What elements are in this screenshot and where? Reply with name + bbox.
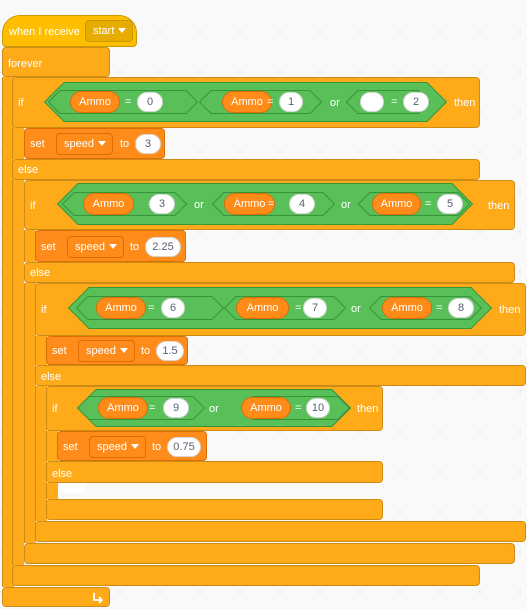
to-label: to [120, 138, 130, 150]
to-label: to [141, 345, 151, 357]
set-label: set [63, 441, 78, 453]
equals-sign-label: = [436, 302, 443, 314]
if-label: if [30, 200, 36, 212]
equals-sign-label: = [391, 96, 398, 108]
comparison-value-input[interactable]: 4 [289, 194, 315, 214]
variable-dropdown-value: speed [97, 441, 127, 453]
caret-down-icon [120, 348, 128, 353]
comparison-value-input[interactable]: 9 [163, 398, 189, 418]
if-block-3-footer[interactable] [35, 521, 526, 542]
when-i-receive-label: when I receive [9, 26, 80, 38]
if-block-4-footer[interactable] [46, 499, 383, 520]
forever-block-header[interactable]: forever [2, 47, 110, 77]
caret-down-icon [109, 244, 117, 249]
else-block-2-divider[interactable]: else [24, 262, 515, 283]
ammo-variable-reporter[interactable]: Ammo [236, 297, 289, 319]
ammo-variable-reporter[interactable]: Ammo [222, 91, 272, 113]
if-block-1-arm [12, 128, 24, 159]
else-label: else [18, 164, 39, 176]
variable-dropdown-value: speed [64, 138, 94, 150]
comparison-value-input[interactable]: 2 [403, 92, 429, 112]
speed-value-input[interactable]: 0.75 [167, 437, 201, 457]
message-dropdown[interactable]: start [85, 20, 133, 42]
equals-sign-label: = [268, 198, 275, 210]
variable-dropdown[interactable]: speed [56, 133, 113, 155]
comparison-value-input[interactable]: 5 [437, 194, 463, 214]
if-block-1-footer[interactable] [12, 565, 480, 586]
else-block-1-divider[interactable]: else [12, 159, 480, 180]
or-label: or [341, 199, 351, 211]
forever-block-footer[interactable] [2, 587, 110, 607]
or-label: or [209, 403, 219, 415]
when-i-receive-block[interactable]: when I receive start [2, 15, 137, 47]
comparison-value-input[interactable]: 3 [149, 194, 175, 214]
speed-value-input[interactable]: 1.5 [156, 341, 184, 361]
set-speed-block-1[interactable]: set speed to 3 [24, 128, 165, 159]
variable-dropdown[interactable]: speed [89, 436, 146, 458]
speed-value-input[interactable]: 3 [135, 134, 161, 154]
caret-down-icon [118, 28, 126, 33]
ammo-variable-reporter[interactable]: Ammo [382, 297, 432, 319]
loop-arrow-icon [93, 593, 104, 603]
set-label: set [52, 345, 67, 357]
equals-sign-label: = [267, 96, 274, 108]
if-block-2-footer[interactable] [24, 543, 515, 564]
equals-sign-label: = [149, 402, 156, 414]
else-label: else [41, 371, 62, 383]
equals-sign-label: = [148, 302, 155, 314]
forever-label: forever [8, 58, 43, 70]
then-label: then [357, 403, 379, 415]
set-label: set [41, 241, 56, 253]
set-speed-block-2[interactable]: set speed to 2.25 [35, 230, 186, 262]
equals-sign-label: = [425, 198, 432, 210]
equals-sign-label: = [295, 302, 302, 314]
or-label: or [194, 199, 204, 211]
message-dropdown-value: start [93, 25, 115, 37]
else-block-4-arm [46, 483, 58, 499]
then-label: then [488, 200, 510, 212]
variable-dropdown-value: speed [86, 345, 116, 357]
empty-input-slot[interactable] [360, 92, 384, 112]
ammo-variable-reporter[interactable]: Ammo [70, 91, 120, 113]
then-label: then [454, 97, 476, 109]
set-speed-block-4[interactable]: set speed to 0.75 [57, 431, 207, 461]
comparison-value-input[interactable]: 7 [303, 298, 327, 318]
set-label: set [30, 138, 45, 150]
ammo-variable-reporter[interactable]: Ammo [98, 397, 148, 419]
ammo-variable-reporter[interactable]: Ammo [83, 193, 134, 215]
to-label: to [152, 441, 162, 453]
variable-dropdown[interactable]: speed [78, 340, 135, 362]
equals-sign-label: = [295, 402, 302, 414]
equals-sign-label: = [125, 96, 132, 108]
empty-slot-notch [60, 483, 86, 493]
variable-dropdown-value: speed [75, 241, 105, 253]
ammo-variable-reporter[interactable]: Ammo [96, 297, 146, 319]
comparison-value-input[interactable]: 10 [306, 398, 330, 418]
to-label: to [130, 241, 140, 253]
or-label: or [351, 303, 361, 315]
ammo-variable-reporter[interactable]: Ammo [372, 193, 421, 215]
if-label: if [52, 403, 58, 415]
if-label: if [41, 304, 47, 316]
variable-dropdown[interactable]: speed [67, 236, 124, 258]
else-label: else [52, 468, 73, 480]
else-block-1-arm [12, 180, 24, 565]
if-label: if [18, 97, 24, 109]
comparison-value-input[interactable]: 6 [161, 298, 185, 318]
caret-down-icon [131, 444, 139, 449]
caret-down-icon [98, 141, 106, 146]
then-label: then [499, 304, 521, 316]
speed-value-input[interactable]: 2.25 [145, 237, 181, 257]
else-block-3-divider[interactable]: else [35, 365, 526, 386]
comparison-value-input[interactable]: 0 [137, 92, 163, 112]
or-label: or [330, 97, 340, 109]
else-block-4-divider[interactable]: else [46, 461, 383, 483]
ammo-variable-reporter[interactable]: Ammo [241, 397, 291, 419]
comparison-value-input[interactable]: 1 [279, 92, 303, 112]
else-label: else [30, 267, 51, 279]
set-speed-block-3[interactable]: set speed to 1.5 [46, 336, 188, 365]
comparison-value-input[interactable]: 8 [448, 298, 474, 318]
